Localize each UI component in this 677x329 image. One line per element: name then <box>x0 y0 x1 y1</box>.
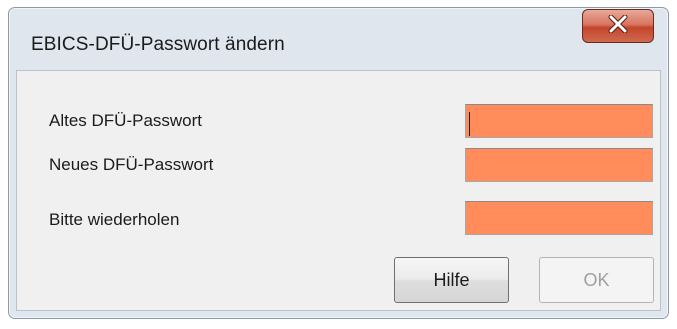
help-button[interactable]: Hilfe <box>394 257 509 303</box>
old-password-label: Altes DFÜ-Passwort <box>49 111 203 130</box>
ok-button[interactable]: OK <box>539 257 654 303</box>
repeat-password-label: Bitte wiederholen <box>49 210 180 229</box>
new-password-label: Neues DFÜ-Passwort <box>49 155 214 174</box>
close-button[interactable] <box>582 9 654 43</box>
dialog-body: Altes DFÜ-Passwort Neues DFÜ-Passwort Bi… <box>16 70 661 311</box>
new-password-field[interactable] <box>465 148 653 182</box>
title-bar[interactable]: EBICS-DFÜ-Passwort ändern <box>9 8 668 70</box>
old-password-field[interactable] <box>465 104 653 138</box>
dialog-window: EBICS-DFÜ-Passwort ändern Altes DFÜ-Pass… <box>8 7 669 319</box>
repeat-password-field[interactable] <box>465 201 653 235</box>
text-caret <box>469 112 470 136</box>
close-icon <box>608 14 628 38</box>
dialog-title: EBICS-DFÜ-Passwort ändern <box>31 34 285 55</box>
